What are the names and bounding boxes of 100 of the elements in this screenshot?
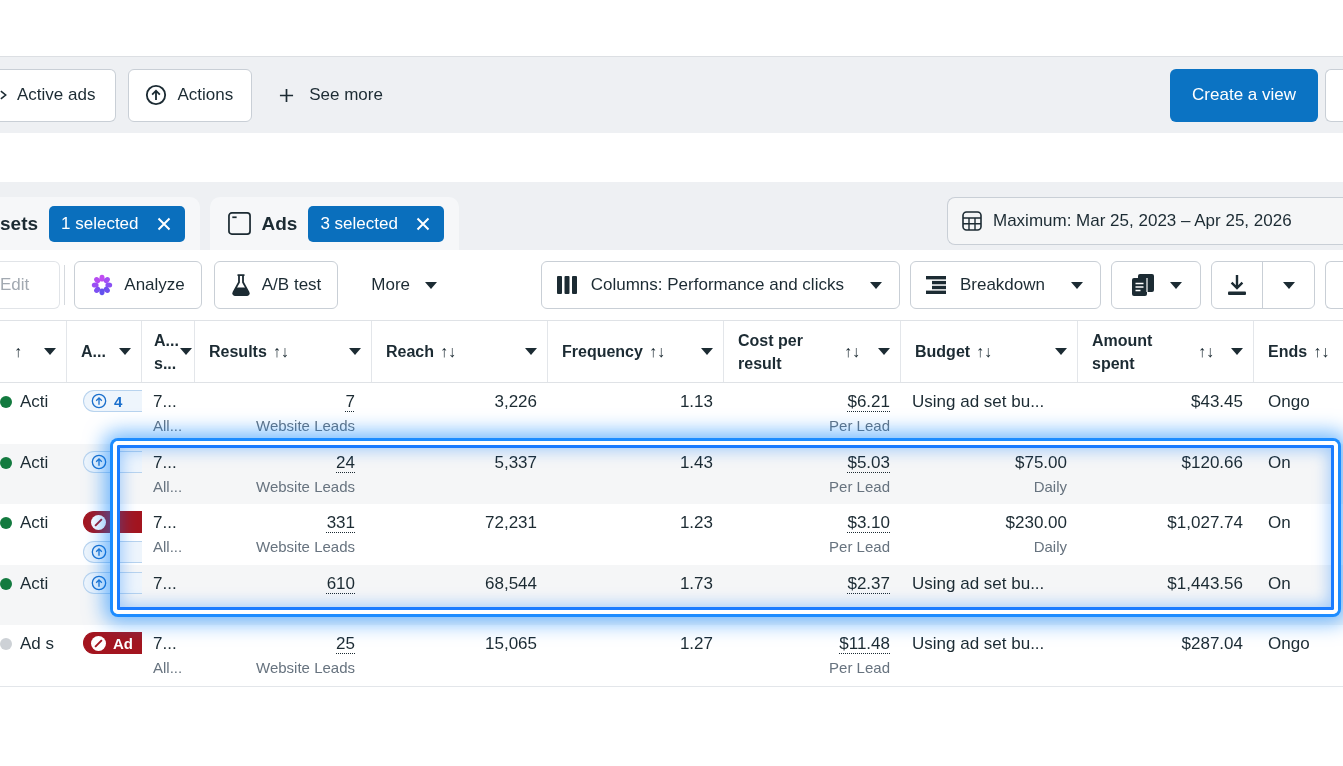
reach-value: 5,337 — [494, 451, 537, 474]
reach-value: 15,065 — [485, 633, 537, 656]
indented-list-icon — [925, 276, 946, 294]
budget-value: $75.00 — [1015, 451, 1067, 474]
column-header[interactable]: Reach ↑↓ — [372, 321, 548, 382]
toolbar-button[interactable]: Analyze — [74, 261, 202, 309]
cell-text: 7... — [153, 512, 177, 535]
cell-text: 7... — [153, 633, 177, 656]
filter-button[interactable]: Active ads — [0, 68, 117, 122]
budget-text: Using ad set bu... — [912, 572, 1045, 595]
frequency-value: 1.27 — [679, 633, 713, 656]
flask-icon — [230, 274, 251, 296]
frequency-value: 1.23 — [679, 512, 713, 535]
result-type: Website Leads — [256, 658, 355, 679]
window-icon — [227, 212, 251, 235]
cost-value: $5.03 — [847, 451, 890, 474]
column-header[interactable]: Amount spent ↑↓ — [1078, 321, 1254, 382]
status-text: Acti — [20, 572, 49, 595]
documents-icon — [1132, 274, 1154, 296]
arrow-up-circle-icon — [91, 453, 107, 470]
status-text: Acti — [20, 512, 49, 535]
cost-value: $6.21 — [847, 391, 890, 413]
result-type: Website Leads — [256, 537, 355, 558]
frequency-value: 1.73 — [679, 572, 713, 595]
cell-text: 7... — [153, 391, 177, 413]
toolbar-button[interactable]: A/B test — [213, 261, 339, 309]
column-header[interactable]: Cost per result ↑↓ — [724, 321, 901, 382]
budget-period: Daily — [1033, 537, 1067, 558]
caret-icon — [1170, 281, 1182, 289]
plus-icon — [279, 87, 295, 103]
end-text: On — [1268, 451, 1291, 474]
arrow-up-circle-icon — [91, 544, 107, 561]
end-text: On — [1268, 572, 1291, 595]
cost-value: $3.10 — [847, 512, 890, 535]
arrow-up-circle-icon — [91, 574, 107, 591]
caret-icon — [869, 281, 882, 289]
amount-spent-value: $1,027.74 — [1167, 512, 1243, 535]
budget-text: Using ad set bu... — [912, 391, 1045, 413]
column-header[interactable]: A... — [67, 321, 142, 382]
column-header[interactable]: Ends ↑↓ — [1254, 321, 1343, 382]
cell-subtext: All... — [153, 658, 183, 679]
cell-subtext: All... — [153, 416, 183, 436]
alert-chip[interactable]: Ad — [83, 632, 142, 655]
cost-value: $11.48 — [839, 633, 890, 656]
cell-subtext: All... — [153, 537, 183, 558]
selection-chip[interactable]: 1 selected — [49, 205, 185, 242]
result-count: 7 — [345, 391, 355, 413]
cell-text: 7... — [153, 572, 177, 595]
dropdown-button[interactable]: Columns: Performance and clicks — [540, 261, 900, 309]
prohibited-icon — [91, 635, 106, 651]
cell-subtext: All... — [153, 476, 183, 497]
see-more-button[interactable]: See more — [269, 73, 393, 117]
result-count: 24 — [336, 451, 355, 474]
result-type: Website Leads — [256, 416, 355, 436]
budget-text: Using ad set bu... — [912, 633, 1045, 656]
cell-text: 7... — [153, 451, 177, 474]
selection-chip[interactable]: 3 selected — [308, 205, 444, 242]
status-text: Acti — [20, 391, 49, 413]
arrow-up-circle-icon — [91, 393, 107, 409]
calendar-icon — [962, 211, 982, 231]
end-text: Ongo — [1268, 391, 1310, 413]
status-text: Ad s — [20, 633, 55, 656]
cost-value: $2.37 — [847, 572, 890, 595]
result-count: 25 — [336, 633, 355, 656]
level-tab[interactable]: Ads 3 selected — [209, 197, 459, 250]
create-view-button[interactable]: Create a view — [1170, 68, 1318, 122]
filter-button[interactable]: Actions — [128, 68, 253, 122]
caret-icon — [1282, 281, 1295, 289]
caret-icon — [425, 281, 438, 289]
cost-unit: Per Lead — [829, 658, 890, 679]
result-type: Website Leads — [256, 476, 355, 497]
columns-icon — [556, 276, 577, 294]
end-text: Ongo — [1268, 633, 1310, 656]
split-button[interactable] — [1211, 261, 1315, 309]
amount-spent-value: $1,443.56 — [1167, 572, 1243, 595]
dropdown-button[interactable]: Breakdown — [909, 261, 1101, 309]
column-header[interactable]: Frequency ↑↓ — [548, 321, 724, 382]
amount-spent-value: $120.66 — [1181, 451, 1243, 474]
cost-unit: Per Lead — [829, 537, 890, 558]
menu-button[interactable]: More — [355, 261, 454, 309]
date-range-button[interactable]: Maximum: Mar 25, 2023 – Apr 25, 2026 — [947, 197, 1343, 245]
prohibited-icon — [91, 514, 106, 530]
reach-value: 3,226 — [494, 391, 537, 413]
info-chip[interactable]: 4 — [83, 390, 142, 412]
column-header[interactable]: Budget ↑↓ — [901, 321, 1078, 382]
column-header[interactable]: Results ↑↓ — [195, 321, 372, 382]
cost-unit: Per Lead — [829, 416, 890, 436]
column-header[interactable]: ↑ — [0, 321, 67, 382]
caret-icon — [1071, 281, 1083, 289]
level-tab[interactable]: sets 1 selected — [0, 197, 200, 250]
close-icon — [156, 216, 171, 231]
cost-unit: Per Lead — [829, 476, 890, 497]
flower-icon — [91, 274, 114, 296]
arrow-up-circle-icon — [145, 84, 168, 106]
end-text: On — [1268, 512, 1291, 535]
amount-spent-value: $43.45 — [1191, 391, 1243, 413]
dropdown-button[interactable] — [1111, 261, 1201, 309]
amount-spent-value: $287.04 — [1181, 633, 1243, 656]
column-header[interactable]: A... s... — [142, 321, 195, 382]
frequency-value: 1.43 — [679, 451, 713, 474]
